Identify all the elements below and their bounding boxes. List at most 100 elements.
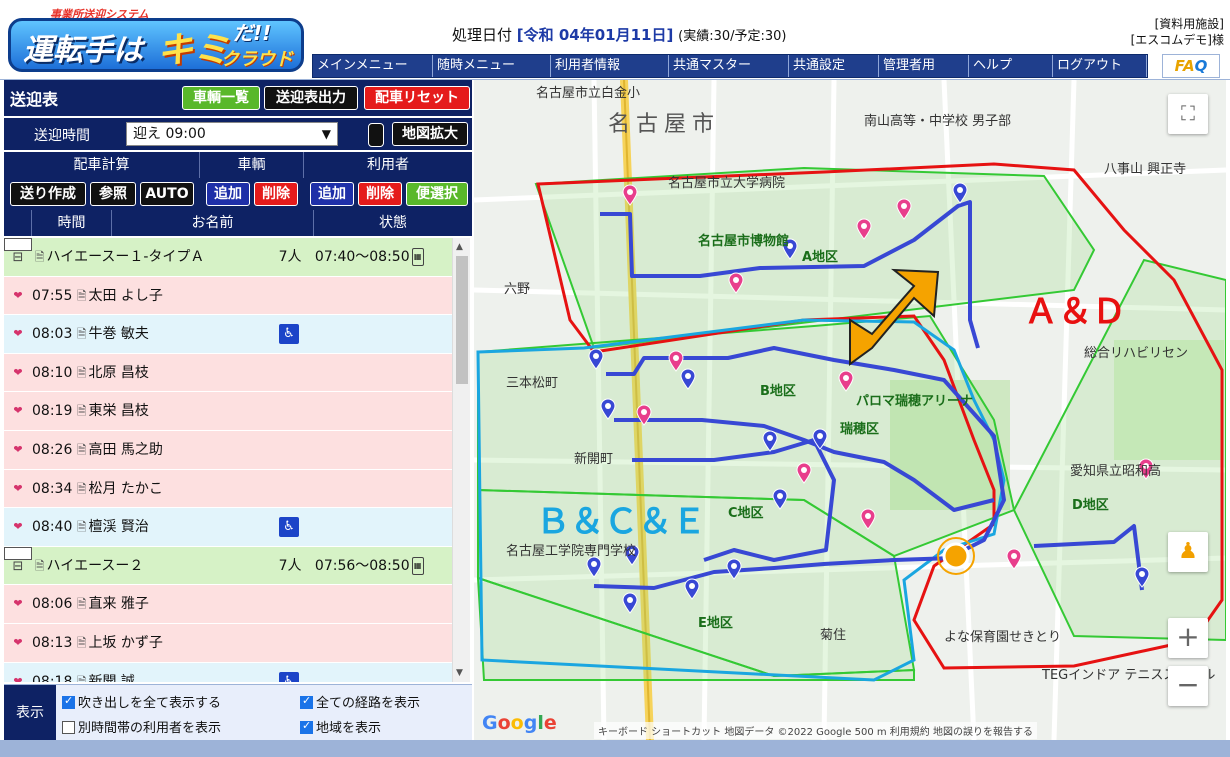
expand-chevron-icon[interactable]: ❤ [4, 277, 32, 315]
fullscreen-icon[interactable]: ⛶ [1168, 94, 1208, 134]
checkbox-show-areas[interactable] [300, 719, 313, 734]
map-pin-icon[interactable] [588, 348, 604, 370]
menu-common-master[interactable]: 共通マスター [669, 55, 789, 77]
vehicle-add-button[interactable]: 追加 [206, 182, 250, 206]
checkbox-other-time[interactable] [62, 721, 75, 734]
passenger-row[interactable]: ❤ 08:34 🗎 松月 たかこ [4, 469, 452, 509]
zoom-in-button[interactable]: + [1168, 618, 1208, 658]
map-pin-icon[interactable] [600, 398, 616, 420]
expand-chevron-icon[interactable]: ❤ [4, 354, 32, 392]
trip-select-button[interactable]: 便選択 [406, 182, 468, 206]
passenger-row[interactable]: ❤ 08:40 🗎 檀渓 賢治 ♿ [4, 508, 452, 547]
passenger-row[interactable]: ❤ 08:26 🗎 高田 馬之助 [4, 430, 452, 470]
document-icon[interactable]: 🗎 [77, 366, 87, 380]
passenger-row[interactable]: ❤ 08:19 🗎 東栄 昌枝 [4, 392, 452, 431]
vehicle-delete-button[interactable]: 削除 [254, 182, 298, 206]
map-pin-icon[interactable] [680, 368, 696, 390]
document-icon[interactable]: 🗎 [35, 250, 45, 264]
map-attribution[interactable]: キーボード ショートカット 地図データ ©2022 Google 500 m 利… [594, 722, 1037, 739]
document-icon[interactable]: 🗎 [77, 597, 87, 611]
vehicle-row[interactable]: ⊟ 🗎 ハイエースー２ 7人 07:56〜08:50 ▦ [4, 546, 452, 586]
collapse-icon[interactable]: ⊟ [4, 238, 32, 265]
document-icon[interactable]: 🗎 [77, 443, 87, 457]
auto-button[interactable]: AUTO [140, 182, 194, 206]
document-icon[interactable]: 🗎 [77, 327, 87, 341]
passenger-row[interactable]: ❤ 08:06 🗎 直来 雅子 [4, 585, 452, 624]
map-pin-icon[interactable] [622, 184, 638, 206]
app-logo[interactable]: 事業所送迎システム 運転手は キミ だ!! クラウド [6, 4, 306, 76]
expand-chevron-icon[interactable]: ❤ [4, 508, 32, 546]
menu-adhoc[interactable]: 随時メニュー [433, 55, 551, 77]
passenger-row[interactable]: ❤ 07:55 🗎 太田 よし子 [4, 276, 452, 316]
calculator-icon[interactable]: ▦ [411, 556, 424, 575]
create-return-button[interactable]: 送り作成 [10, 182, 86, 206]
scroll-down-icon[interactable]: ▼ [456, 668, 463, 678]
expand-chevron-icon[interactable]: ❤ [4, 315, 32, 353]
document-icon[interactable]: 🗎 [35, 559, 45, 573]
document-icon[interactable]: 🗎 [77, 404, 87, 418]
route-map[interactable]: 名古屋市 名古屋市立白金小 南山高等・中学校 男子部 八事山 興正寺 名古屋市立… [474, 80, 1226, 740]
map-pin-icon[interactable] [860, 508, 876, 530]
map-pin-icon[interactable] [762, 430, 778, 452]
map-pin-icon[interactable] [728, 272, 744, 294]
expand-chevron-icon[interactable]: ❤ [4, 663, 32, 682]
expand-chevron-icon[interactable]: ❤ [4, 392, 32, 430]
map-pin-icon[interactable] [772, 488, 788, 510]
show-all-routes-checkbox[interactable]: 全ての経路を表示 [300, 692, 420, 711]
pegman-icon[interactable]: ♟ [1168, 532, 1208, 572]
scroll-thumb[interactable] [456, 256, 468, 384]
map-pin-icon[interactable] [684, 578, 700, 600]
expand-chevron-icon[interactable]: ❤ [4, 470, 32, 508]
map-pin-icon[interactable] [622, 592, 638, 614]
map-pin-icon[interactable] [1006, 548, 1022, 570]
map-pin-icon[interactable] [896, 198, 912, 220]
passenger-row[interactable]: ❤ 08:13 🗎 上坂 かず子 [4, 623, 452, 663]
map-pin-icon[interactable] [796, 462, 812, 484]
calculator-icon[interactable]: ▦ [411, 248, 424, 266]
processing-date-value[interactable]: [令和 04年01月11日] [517, 26, 674, 44]
show-other-time-users-checkbox[interactable]: 別時間帯の利用者を表示 [62, 717, 221, 736]
user-add-button[interactable]: 追加 [310, 182, 354, 206]
checkbox-show-balloons[interactable] [62, 694, 75, 709]
faq-button[interactable]: FAQ [1162, 54, 1220, 78]
map-pin-icon[interactable] [856, 218, 872, 240]
vehicle-list-button[interactable]: 車輌一覧 [182, 86, 260, 110]
passenger-row[interactable]: ❤ 08:10 🗎 北原 昌枝 [4, 353, 452, 393]
menu-user-info[interactable]: 利用者情報 [551, 55, 669, 77]
expand-chevron-icon[interactable]: ❤ [4, 585, 32, 623]
map-pin-icon[interactable] [838, 370, 854, 392]
map-pin-icon[interactable] [636, 404, 652, 426]
menu-common-settings[interactable]: 共通設定 [789, 55, 879, 77]
reference-button[interactable]: 参照 [90, 182, 136, 206]
zoom-out-button[interactable]: − [1168, 666, 1208, 706]
table-output-button[interactable]: 送迎表出力 [264, 86, 358, 110]
menu-logout[interactable]: ログアウト [1053, 55, 1147, 77]
map-pin-icon[interactable] [812, 428, 828, 450]
scroll-up-icon[interactable]: ▲ [456, 242, 463, 252]
document-icon[interactable]: 🗎 [77, 482, 87, 496]
document-icon[interactable]: 🗎 [77, 520, 87, 534]
passenger-row[interactable]: ❤ 08:03 🗎 牛巻 敏夫 ♿ [4, 315, 452, 354]
map-pin-icon[interactable] [726, 558, 742, 580]
passenger-row[interactable]: ❤ 08:18 🗎 新開 誠 ♿ [4, 662, 452, 682]
document-icon[interactable]: 🗎 [77, 636, 87, 650]
vehicle-row[interactable]: ⊟ 🗎 ハイエースー１-タイプＡ 7人 07:40〜08:50 ▦ [4, 238, 452, 277]
expand-chevron-icon[interactable]: ❤ [4, 624, 32, 662]
rows-scrollbar[interactable]: ▲ ▼ [452, 238, 470, 682]
document-icon[interactable]: 🗎 [77, 675, 87, 682]
map-zoom-button[interactable]: 地図拡大 [392, 122, 468, 146]
map-pin-icon[interactable] [952, 182, 968, 204]
show-all-balloons-checkbox[interactable]: 吹き出しを全て表示する [62, 692, 221, 711]
user-delete-button[interactable]: 削除 [358, 182, 402, 206]
toggle-handle[interactable] [368, 123, 384, 147]
document-icon[interactable]: 🗎 [77, 289, 87, 303]
checkbox-show-routes[interactable] [300, 694, 313, 709]
map-pin-icon[interactable] [586, 556, 602, 578]
map-pin-icon[interactable] [1134, 566, 1150, 588]
transport-time-select[interactable]: 迎え 09:00 ▼ [126, 122, 338, 146]
menu-admin[interactable]: 管理者用 [879, 55, 969, 77]
expand-chevron-icon[interactable]: ❤ [4, 431, 32, 469]
menu-help[interactable]: ヘルプ [969, 55, 1053, 77]
menu-main[interactable]: メインメニュー [313, 55, 433, 77]
show-areas-checkbox[interactable]: 地域を表示 [300, 717, 381, 736]
